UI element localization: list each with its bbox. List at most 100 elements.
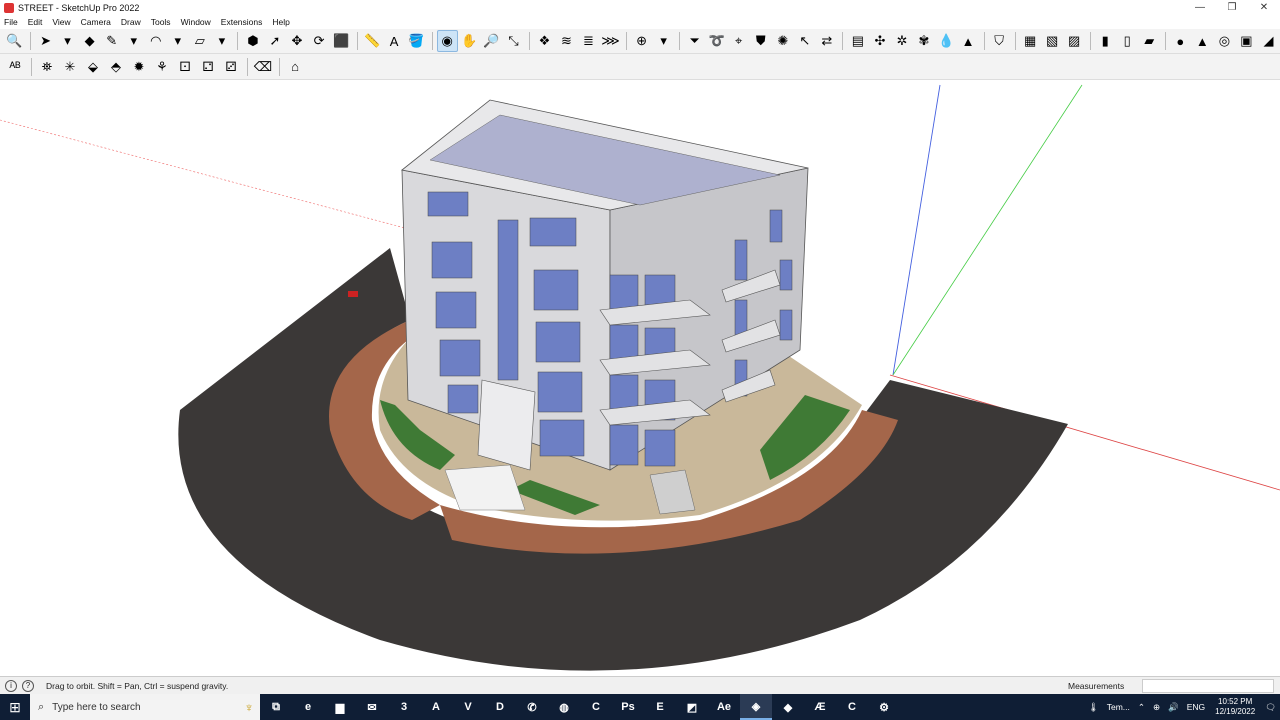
measurements-input[interactable] [1142,678,1274,693]
eraser-icon[interactable]: ◆ [79,30,100,52]
green-app-icon[interactable]: ◆ [772,694,804,720]
info-icon[interactable]: i [5,679,17,692]
menu-extensions[interactable]: Extensions [221,17,263,27]
layer-stack-icon[interactable]: ▦ [1020,30,1041,52]
cursor-select-icon[interactable]: ↖ [794,30,815,52]
follow-me-icon[interactable]: ➚ [264,30,285,52]
ae-circle-icon[interactable]: Æ [804,694,836,720]
push-pull-icon[interactable]: ⬢ [242,30,263,52]
scene-canvas[interactable] [0,80,1280,676]
select-dropdown-icon[interactable]: ▾ [57,30,78,52]
layer-remove-icon[interactable]: ▨ [1064,30,1085,52]
explode-icon[interactable]: ✣ [869,30,890,52]
menu-tools[interactable]: Tools [151,17,171,27]
task-view-icon[interactable]: ⧉ [260,694,292,720]
house-icon[interactable]: ⌂ [284,56,306,78]
torus-shape-icon[interactable]: ◎ [1214,30,1235,52]
edge-icon[interactable]: e [292,694,324,720]
drop-icon[interactable]: 💧 [936,30,957,52]
sandbox-icon[interactable]: ❖ [534,30,555,52]
after-effects-icon[interactable]: Ae [708,694,740,720]
wall-tool-icon[interactable]: ▰ [1139,30,1160,52]
epic-icon[interactable]: E [644,694,676,720]
menu-help[interactable]: Help [272,17,289,27]
d-app-icon[interactable]: D [484,694,516,720]
material-icon[interactable]: ⬘ [105,56,127,78]
eraser-brush-icon[interactable]: ⌫ [252,56,274,78]
pencil-icon[interactable]: ✎ [101,30,122,52]
abc-text-icon[interactable]: ᴬᴮ [4,56,26,78]
volume-icon[interactable]: 🔊 [1168,702,1179,713]
door-icon[interactable]: ▮ [1095,30,1116,52]
box-shape-icon[interactable]: ▣ [1236,30,1257,52]
arc-dropdown-icon[interactable]: ▾ [167,30,188,52]
stamp-icon[interactable]: ≣ [578,30,599,52]
start-button[interactable]: ⊞ [0,694,30,720]
menu-window[interactable]: Window [181,17,211,27]
notification-icon[interactable]: 🗨 [1265,702,1276,713]
window-tool-icon[interactable]: ▯ [1117,30,1138,52]
axis-icon[interactable]: ✳ [59,56,81,78]
menu-camera[interactable]: Camera [81,17,111,27]
rotate-icon[interactable]: ⟳ [309,30,330,52]
chevron-up-icon[interactable]: ⌃ [1138,702,1145,713]
app-3-icon[interactable]: 3 [388,694,420,720]
clock[interactable]: 10:52 PM 12/19/2022 [1215,697,1255,717]
layer-add-icon[interactable]: ▧ [1042,30,1063,52]
arrows-icon[interactable]: ⇄ [816,30,837,52]
drape-icon[interactable]: ⋙ [600,30,621,52]
dice-3-icon[interactable]: ⚂ [220,56,242,78]
gear-select-icon[interactable]: ✺ [772,30,793,52]
arc-icon[interactable]: ◠ [145,30,166,52]
lasso-icon[interactable]: ➰ [706,30,727,52]
zoom-extents-icon[interactable]: 🔍 [4,30,25,52]
menu-draw[interactable]: Draw [121,17,141,27]
weather-icon[interactable]: 🌡 [1088,702,1099,713]
move-icon[interactable]: ✥ [286,30,307,52]
menu-file[interactable]: File [4,17,18,27]
red-app-icon[interactable]: C [836,694,868,720]
fan-icon[interactable]: ⚘ [151,56,173,78]
select-icon[interactable]: ➤ [35,30,56,52]
scale-icon[interactable]: ⬛ [331,30,352,52]
circle-shape-icon[interactable]: ● [1170,30,1191,52]
camtasia-icon[interactable]: C [580,694,612,720]
help-icon[interactable]: ? [22,679,34,692]
menu-view[interactable]: View [52,17,70,27]
note-icon[interactable]: ◩ [676,694,708,720]
tape-measure-icon[interactable]: 📏 [362,30,383,52]
chrome-icon[interactable]: ◍ [548,694,580,720]
paint-bucket-icon[interactable]: 🪣 [406,30,427,52]
pencil-dropdown-icon[interactable]: ▾ [123,30,144,52]
whatsapp-icon[interactable]: ✆ [516,694,548,720]
close-button[interactable]: ✕ [1248,2,1280,13]
dice-1-icon[interactable]: ⚀ [174,56,196,78]
file-explorer-icon[interactable]: ▆ [324,694,356,720]
restore-button[interactable]: ❐ [1216,2,1248,13]
autocad-icon[interactable]: A [420,694,452,720]
warehouse-icon[interactable]: ⊕ [631,30,652,52]
menu-edit[interactable]: Edit [28,17,43,27]
paint-splash-icon[interactable]: ✾ [913,30,934,52]
sketchup-icon[interactable]: ◈ [740,694,772,720]
cube-icon[interactable]: ⬙ [82,56,104,78]
warehouse-dropdown-icon[interactable]: ▾ [653,30,674,52]
smoove-icon[interactable]: ≋ [556,30,577,52]
text-icon[interactable]: A [384,30,405,52]
dice-2-icon[interactable]: ⚁ [197,56,219,78]
orbit-icon[interactable]: ◉ [436,30,458,52]
zoom-window-icon[interactable]: ⤡ [503,30,524,52]
zoom-icon[interactable]: 🔎 [481,30,502,52]
minimize-button[interactable]: — [1184,2,1216,13]
network-icon[interactable]: ⊕ [1153,702,1160,713]
scatter-icon[interactable]: ✲ [891,30,912,52]
language-indicator[interactable]: ENG [1187,702,1205,712]
color-wheel-icon[interactable]: ✹ [128,56,150,78]
pan-icon[interactable]: ✋ [459,30,480,52]
photoshop-icon[interactable]: Ps [612,694,644,720]
rectangle-dropdown-icon[interactable]: ▾ [211,30,232,52]
select-tool-icon[interactable]: ⌖ [728,30,749,52]
tree-icon[interactable]: ▲ [958,30,979,52]
cone-shape-icon[interactable]: ▲ [1192,30,1213,52]
align-icon[interactable]: ▤ [847,30,868,52]
